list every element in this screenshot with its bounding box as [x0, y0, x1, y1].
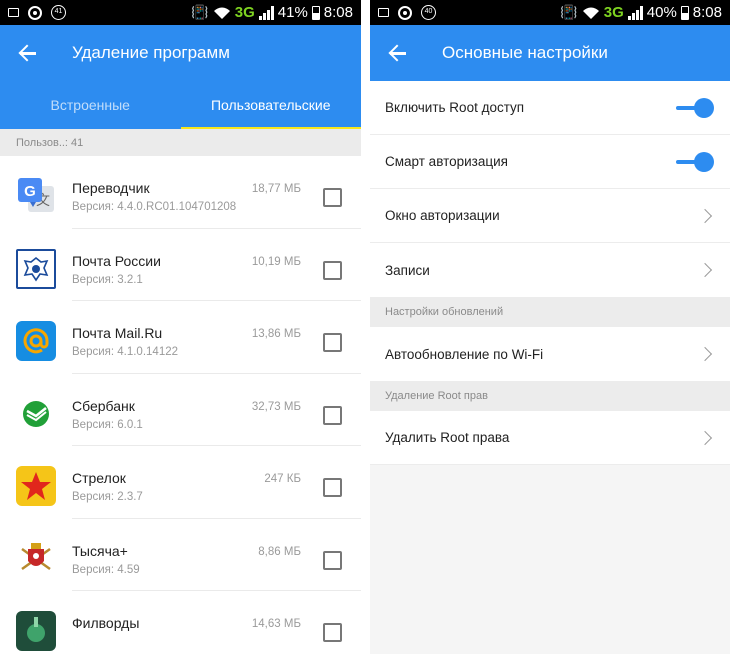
filwords-icon — [16, 611, 56, 651]
select-checkbox[interactable] — [323, 550, 342, 570]
setting-label: Удалить Root права — [385, 430, 510, 445]
uninstall-apps-screen: 41 📳 3G 41% 8:08 Удаление программ Встро… — [0, 0, 361, 654]
setting-label: Окно авторизации — [385, 208, 500, 223]
app-version: Версия: 4.1.0.14122 — [72, 346, 179, 358]
section-header-remove-root: Удаление Root прав — [370, 381, 730, 411]
battery-percent: 40% — [646, 4, 677, 21]
mail-ru-icon — [16, 321, 56, 361]
setting-label: Записи — [385, 262, 430, 278]
network-type: 3G — [603, 4, 624, 21]
section-header-updates: Настройки обновлений — [370, 297, 730, 327]
battery-percent: 41% — [277, 4, 308, 21]
setting-smart-auth[interactable]: Смарт авторизация — [370, 135, 730, 189]
wifi-icon — [582, 7, 599, 19]
setting-label: Включить Root доступ — [385, 100, 525, 115]
count-badge-icon: 40 — [421, 5, 436, 20]
tab-user[interactable]: Пользовательские — [180, 81, 362, 129]
vibrate-icon: 📳 — [191, 4, 209, 20]
app-size: 10,19 МБ — [251, 255, 301, 268]
clock: 8:08 — [692, 4, 722, 21]
status-bar: 40 📳 3G 40% 8:08 — [370, 0, 730, 25]
setting-label: Автообновление по Wi-Fi — [385, 346, 544, 362]
back-arrow-icon[interactable] — [16, 41, 40, 65]
strelok-star-icon — [16, 466, 56, 506]
app-version: Версия: 3.2.1 — [72, 273, 143, 286]
setting-wifi-autoupdate[interactable]: Автообновление по Wi-Fi — [370, 327, 730, 381]
thousand-plus-crest-icon — [16, 538, 56, 579]
status-bar: 41 📳 3G 41% 8:08 — [0, 0, 361, 25]
select-checkbox[interactable] — [323, 260, 342, 280]
app-row-sberbank[interactable]: Сбербанк Версия: 6.0.1 32,73 МБ — [0, 374, 361, 446]
chevron-right-icon — [697, 208, 713, 223]
app-size: 13,86 МБ — [251, 328, 301, 340]
app-count-header: Пользов..: 41 — [0, 129, 361, 156]
app-bar: Основные настройки — [370, 25, 730, 81]
app-version: Версия: 4.59 — [72, 563, 140, 576]
vibrate-icon: 📳 — [560, 4, 578, 20]
notification-square-icon — [8, 8, 19, 17]
tab-bar: Встроенные Пользовательские — [0, 81, 361, 129]
wifi-icon — [213, 7, 230, 19]
svg-text:G: G — [24, 183, 36, 200]
setting-root-access[interactable]: Включить Root доступ — [370, 81, 730, 135]
network-type: 3G — [234, 4, 255, 21]
page-title: Удаление программ — [72, 43, 230, 62]
app-row-russian-post[interactable]: Почта России Версия: 3.2.1 10,19 МБ — [0, 229, 361, 301]
app-size: 247 КБ — [264, 473, 301, 485]
chevron-right-icon — [697, 430, 713, 445]
back-arrow-icon[interactable] — [386, 41, 410, 65]
app-size: 32,73 МБ — [251, 400, 301, 413]
google-translate-icon: 文 G — [16, 176, 56, 216]
notification-square-icon — [378, 8, 389, 17]
signal-icon — [258, 5, 274, 20]
setting-logs[interactable]: Записи — [370, 243, 730, 297]
app-bar: Удаление программ — [0, 25, 361, 81]
app-version: Версия: 6.0.1 — [72, 418, 143, 431]
root-settings-screen: 40 📳 3G 40% 8:08 Основные настройки Вклю… — [370, 0, 730, 654]
settings-list: Включить Root доступ Смарт авторизация О… — [370, 81, 730, 465]
signal-icon — [627, 5, 643, 20]
battery-icon — [311, 5, 320, 20]
app-version: Версия: 4.4.0.RC01.104701208 — [72, 201, 237, 213]
app-size: 14,63 МБ — [251, 618, 301, 630]
russian-post-icon — [16, 248, 56, 289]
app-row-translate[interactable]: 文 G Переводчик Версия: 4.4.0.RC01.104701… — [0, 156, 361, 229]
tab-builtin[interactable]: Встроенные — [0, 81, 181, 129]
root-access-toggle[interactable] — [676, 97, 714, 118]
select-checkbox[interactable] — [323, 478, 342, 497]
app-size: 18,77 МБ — [251, 183, 301, 195]
app-size: 8,86 МБ — [258, 545, 301, 558]
app-row-mail-ru[interactable]: Почта Mail.Ru Версия: 4.1.0.14122 13,86 … — [0, 301, 361, 374]
select-checkbox[interactable] — [323, 405, 342, 425]
select-checkbox[interactable] — [323, 333, 342, 352]
sberbank-icon — [16, 393, 56, 434]
app-row-strelok[interactable]: Стрелок Версия: 2.3.7 247 КБ — [0, 446, 361, 519]
battery-icon — [680, 5, 689, 20]
select-checkbox[interactable] — [323, 188, 342, 207]
app-row-filwords[interactable]: Филворды 14,63 МБ — [0, 591, 361, 654]
select-checkbox[interactable] — [323, 623, 342, 642]
app-list: 文 G Переводчик Версия: 4.4.0.RC01.104701… — [0, 156, 361, 654]
count-badge-icon: 41 — [51, 5, 66, 20]
smart-auth-toggle[interactable] — [676, 151, 714, 172]
chevron-right-icon — [697, 262, 713, 278]
target-icon — [398, 5, 412, 20]
setting-auth-window[interactable]: Окно авторизации — [370, 189, 730, 243]
setting-remove-root[interactable]: Удалить Root права — [370, 411, 730, 465]
chevron-right-icon — [697, 346, 713, 362]
target-icon — [28, 5, 42, 20]
page-title: Основные настройки — [442, 43, 608, 62]
setting-label: Смарт авторизация — [385, 154, 508, 169]
app-row-thousand-plus[interactable]: Тысяча+ Версия: 4.59 8,86 МБ — [0, 519, 361, 591]
app-version: Версия: 2.3.7 — [72, 491, 143, 503]
screenshot-root: 41 📳 3G 41% 8:08 Удаление программ Встро… — [0, 0, 730, 654]
clock: 8:08 — [323, 4, 353, 21]
